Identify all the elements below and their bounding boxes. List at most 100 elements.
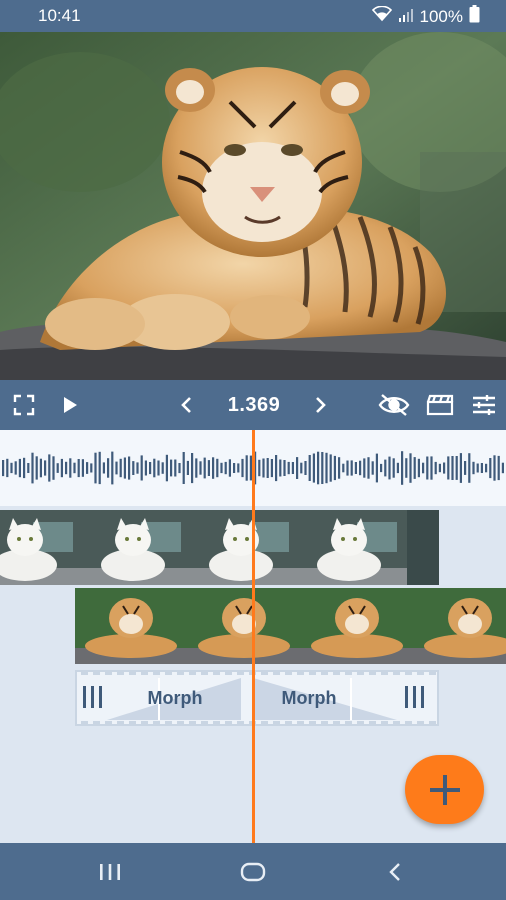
transition-clip-morph-1[interactable]: Morph (77, 676, 247, 720)
sprocket-hole (405, 721, 412, 724)
transition-label: Morph (147, 688, 203, 708)
waveform-bar (10, 462, 13, 474)
sprocket-hole (345, 672, 352, 675)
sprocket-hole (165, 721, 172, 724)
visibility-off-icon[interactable] (375, 380, 413, 430)
waveform-bar (300, 462, 303, 474)
sprocket-hole (177, 672, 184, 675)
waveform-bar (275, 455, 278, 482)
transition-clip-morph-2[interactable]: Morph (257, 676, 437, 720)
waveform-bar (31, 452, 34, 484)
tiger-frame (301, 588, 414, 664)
tune-icon[interactable] (468, 380, 500, 430)
sprocket-hole (225, 672, 232, 675)
waveform-bar (342, 463, 345, 473)
waveform-bar (199, 461, 202, 475)
waveform-bar (266, 458, 269, 478)
sprocket-hole (129, 721, 136, 724)
waveform-bar (220, 462, 223, 474)
waveform-bar (472, 461, 475, 475)
waveform-bar (375, 453, 378, 483)
sprocket-hole (285, 672, 292, 675)
sprocket-hole (273, 672, 280, 675)
clapperboard-icon[interactable] (423, 380, 457, 430)
waveform-bar (405, 458, 408, 478)
sprocket-hole (345, 721, 352, 724)
fullscreen-icon[interactable] (8, 380, 40, 430)
home-icon[interactable] (213, 843, 293, 900)
waveform-bar (443, 462, 446, 474)
sprocket-hole (417, 672, 424, 675)
sprocket-hole (189, 672, 196, 675)
waveform-bar (94, 452, 97, 484)
status-bar: 10:41 100% (0, 0, 506, 32)
sprocket-hole (213, 672, 220, 675)
previous-frame-icon[interactable] (172, 380, 200, 430)
sprocket-hole (93, 721, 100, 724)
back-icon[interactable] (355, 843, 435, 900)
waveform-bar (107, 458, 110, 478)
waveform-bar (262, 458, 265, 478)
waveform-bar (459, 453, 462, 483)
waveform-bar (77, 459, 80, 478)
sprocket-hole (297, 721, 304, 724)
transition-track[interactable]: Morph Morph (75, 670, 439, 726)
waveform-bar (123, 457, 126, 479)
recent-apps-icon[interactable] (70, 843, 150, 900)
waveform-bar (69, 458, 72, 478)
waveform-bar (44, 460, 47, 476)
play-icon[interactable] (54, 380, 86, 430)
sprocket-hole (297, 672, 304, 675)
video-track-cat[interactable] (0, 510, 439, 585)
sprocket-hole (405, 672, 412, 675)
status-time: 10:41 (38, 6, 81, 25)
waveform-bar (417, 458, 420, 478)
waveform-bar (170, 459, 173, 477)
waveform-bar (23, 457, 26, 479)
editor-toolbar: 1.369 (0, 380, 506, 430)
waveform-bar (338, 457, 341, 479)
tiger-clip-thumbnails (75, 588, 506, 664)
waveform-bar (258, 459, 261, 477)
waveform-bar (73, 462, 76, 474)
sprocket-hole (369, 721, 376, 724)
sprocket-hole (237, 721, 244, 724)
add-button[interactable] (405, 755, 484, 824)
waveform-bar (119, 458, 122, 478)
sprocket-hole (93, 672, 100, 675)
sprocket-hole (153, 721, 160, 724)
waveform-bar (178, 463, 181, 474)
waveform-bar (18, 458, 21, 478)
waveform-bar (396, 462, 399, 474)
waveform-bar (501, 462, 504, 474)
waveform-bar (224, 461, 227, 475)
waveform-bar (312, 453, 315, 483)
waveform-bar (56, 463, 59, 473)
waveform-bar (144, 460, 147, 476)
waveform-bar (140, 455, 143, 481)
waveform-bar (468, 453, 471, 483)
video-track-tiger[interactable] (75, 588, 506, 664)
sprocket-hole (81, 672, 88, 675)
waveform-bar (317, 451, 320, 485)
sprocket-hole (381, 672, 388, 675)
video-preview[interactable] (0, 32, 506, 380)
playhead[interactable] (252, 430, 255, 843)
next-frame-icon[interactable] (307, 380, 335, 430)
cat-frame (191, 510, 299, 585)
sprocket-hole (393, 672, 400, 675)
tiger-frame (414, 588, 506, 664)
waveform-bar (48, 454, 51, 482)
waveform-bar (98, 451, 101, 485)
waveform-bar (228, 459, 231, 477)
waveform-bar (447, 456, 450, 480)
waveform-bar (39, 458, 42, 478)
sprocket-hole (117, 721, 124, 724)
sprocket-hole (117, 672, 124, 675)
sprocket-hole (237, 672, 244, 675)
waveform-bar (304, 461, 307, 475)
waveform-bar (14, 461, 17, 475)
waveform-bar (207, 460, 210, 476)
cat-clip-thumbnails (0, 510, 407, 585)
playhead-time[interactable]: 1.369 (214, 380, 294, 430)
